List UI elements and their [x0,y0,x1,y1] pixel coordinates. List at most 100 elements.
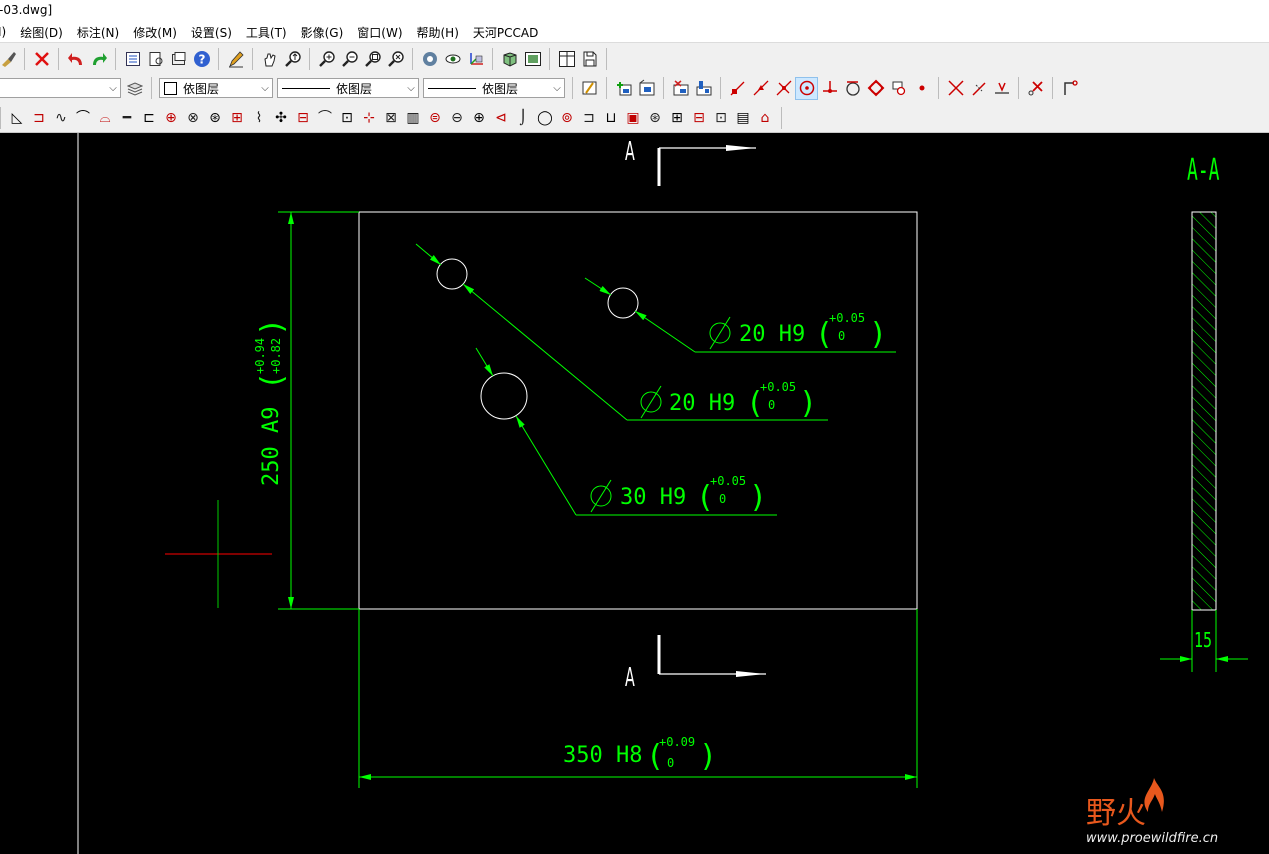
tile-window-icon[interactable] [556,48,577,69]
snap-nearest-icon[interactable] [991,78,1012,99]
section-arrow-icon[interactable]: ⊲ [491,107,511,128]
menu-item-modify[interactable]: 修改(M) [126,24,184,41]
menu-item-draw[interactable]: 绘图(D) [13,24,70,41]
layer-stack-icon[interactable] [124,78,145,99]
snap-apparent-icon[interactable] [945,78,966,99]
hole-1[interactable] [436,258,468,290]
slope-icon[interactable]: ◺ [7,107,27,128]
properties-icon[interactable] [122,48,143,69]
hole-2-leader[interactable] [584,277,612,296]
shaft-block-icon[interactable]: ⊡ [711,107,731,128]
rail-icon[interactable]: ⊟ [689,107,709,128]
3d-box-icon[interactable] [499,48,520,69]
3d-axes-icon[interactable] [465,48,486,69]
clamp-icon[interactable]: ⊐ [579,107,599,128]
lineweight-combo[interactable]: 依图层 ⌵ [423,78,565,98]
wave-icon[interactable]: ∿ [51,107,71,128]
seal-icon[interactable]: ▥ [403,107,423,128]
snap-none-icon[interactable] [1025,78,1046,99]
key-icon[interactable]: ⊟ [293,107,313,128]
frame-icon[interactable]: ⊞ [667,107,687,128]
menu-item-tools[interactable]: 工具(T) [239,24,294,41]
snap-intersection-icon[interactable] [773,78,794,99]
section-indicator-bottom[interactable]: A [625,635,766,692]
hole-1-leader[interactable] [415,243,442,266]
snap-midpoint-icon[interactable] [750,78,771,99]
menu-item-settings[interactable]: 设置(S) [184,24,239,41]
snap-center-icon[interactable] [795,76,818,100]
zoom-all-icon[interactable] [385,48,406,69]
save-icon[interactable] [579,48,600,69]
hole-3[interactable] [480,372,528,420]
snap-quadrant-icon[interactable] [865,78,886,99]
menu-item-dimension[interactable]: 标注(N) [70,24,126,41]
bracket-icon[interactable]: ⊏ [139,107,159,128]
view-icon[interactable] [442,48,463,69]
weld-symbol-icon[interactable]: ⊐ [29,107,49,128]
section-view-hatch[interactable] [1191,211,1217,611]
plate-outline[interactable] [358,211,918,610]
edit-block-icon[interactable] [636,78,657,99]
hole-3-leader[interactable] [515,415,577,516]
snap-node-icon[interactable] [911,78,932,99]
hole-2-label[interactable]: 20 H9 ( +0.05 0 ) [709,311,887,352]
pump-icon[interactable]: ⌂ [755,107,775,128]
undo-icon[interactable] [65,48,86,69]
zoom-in-icon[interactable] [316,48,337,69]
hole-2[interactable] [607,287,639,319]
cross-hatch-icon[interactable]: ⊕ [469,107,489,128]
bolt-icon[interactable]: ⊕ [161,107,181,128]
section-indicator-top[interactable]: A [625,136,756,186]
hole-3-label[interactable]: 30 H9 ( +0.05 0 ) [590,474,767,515]
snap-insert-icon[interactable] [888,78,909,99]
ring-icon[interactable]: ◯ [535,107,555,128]
bearing-icon[interactable]: ⊛ [205,107,225,128]
zoom-realtime-icon[interactable] [282,48,303,69]
pan-icon[interactable] [259,48,280,69]
menu-item-window[interactable]: 窗口(W) [350,24,409,41]
disc-icon[interactable]: ⊛ [645,107,665,128]
sleeve-icon[interactable]: ▣ [623,107,643,128]
insert-block-icon[interactable] [613,78,634,99]
menu-item-help[interactable]: 帮助(H) [410,24,466,41]
nut-icon[interactable]: ⊗ [183,107,203,128]
menu-item-pccad[interactable]: 天河PCCAD [466,24,545,41]
hook-icon[interactable]: ⌡ [513,107,533,128]
coupling-icon[interactable]: ⊡ [337,107,357,128]
chamfer-symbol-icon[interactable]: ⌓ [95,107,115,128]
layer-state-icon[interactable] [145,48,166,69]
motor-icon[interactable]: ▤ [733,107,753,128]
zoom-window-icon[interactable] [362,48,383,69]
zoom-out-icon[interactable] [339,48,360,69]
pin-icon[interactable]: ━ [117,107,137,128]
delete-icon[interactable] [31,48,52,69]
snap-endpoint-icon[interactable] [727,78,748,99]
snap-extension-icon[interactable] [968,78,989,99]
color-combo[interactable]: 依图层 ⌵ [159,78,273,98]
linetype-combo[interactable]: 依图层 ⌵ [277,78,419,98]
pencil-icon[interactable] [225,48,246,69]
menu-item-view[interactable]: I) [0,25,13,39]
flange-icon[interactable]: ⊞ [227,107,247,128]
layer-manager-icon[interactable] [168,48,189,69]
x-attach-icon[interactable] [670,78,691,99]
menu-item-image[interactable]: 影像(G) [294,24,351,41]
attribute-icon[interactable] [693,78,714,99]
hole-3-leader[interactable] [475,347,494,377]
view-manager-icon[interactable] [522,48,543,69]
valve-icon[interactable]: ⊠ [381,107,401,128]
hole-1-label[interactable]: 20 H9 ( +0.05 0 ) [640,380,817,421]
drawing-canvas[interactable]: 250 A9 ( +0.94 +0.82 ) 350 H8 ( +0.09 0 … [0,133,1269,854]
plug-icon[interactable]: ⊔ [601,107,621,128]
dim-width-label[interactable]: 350 H8 ( +0.09 0 ) [563,735,717,774]
redo-icon[interactable] [88,48,109,69]
wheel-icon[interactable]: ⊚ [557,107,577,128]
snap-perpendicular-icon[interactable] [819,78,840,99]
dim-height-label[interactable]: 250 A9 ( +0.94 +0.82 ) [253,318,290,486]
spring-icon[interactable]: ⌇ [249,107,269,128]
center-mark-icon[interactable]: ⊹ [359,107,379,128]
brush-icon[interactable] [0,48,18,69]
hole-1-leader[interactable] [462,283,628,421]
snap-settings-icon[interactable] [1059,78,1080,99]
shaft-icon[interactable]: ⊜ [425,107,445,128]
